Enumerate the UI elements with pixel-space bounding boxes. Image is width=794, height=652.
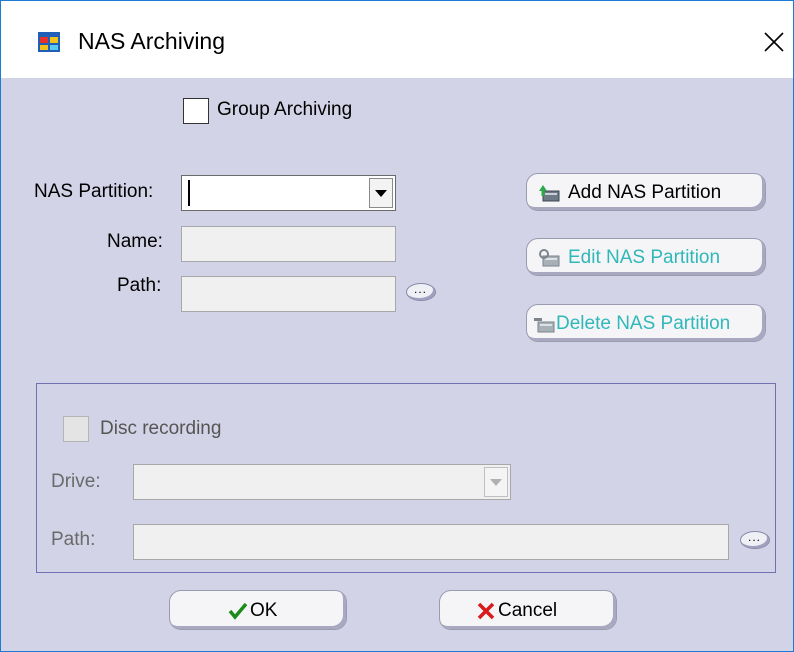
- add-partition-icon: [539, 185, 560, 202]
- nas-archiving-dialog: NAS Archiving Group Archiving NAS Partit…: [0, 0, 794, 652]
- edit-nas-partition-label: Edit NAS Partition: [568, 247, 721, 268]
- ok-button[interactable]: OK: [169, 590, 347, 630]
- disc-recording-checkbox[interactable]: [63, 416, 89, 442]
- disc-recording-group: Disc recording Drive: Path: ...: [36, 383, 776, 573]
- disc-recording-label: Disc recording: [100, 418, 222, 439]
- nas-partition-dropdown-button[interactable]: [369, 178, 393, 208]
- nas-partition-combobox[interactable]: [181, 175, 396, 211]
- name-label: Name:: [107, 231, 163, 252]
- path-field[interactable]: [181, 276, 396, 312]
- disc-path-browse-button[interactable]: ...: [740, 530, 770, 549]
- disc-path-label: Path:: [51, 529, 96, 550]
- nas-partition-label: NAS Partition:: [34, 181, 154, 202]
- edit-partition-icon: [539, 249, 560, 267]
- name-field[interactable]: [181, 226, 396, 262]
- x-mark-icon: [477, 602, 495, 620]
- text-caret: [188, 180, 190, 206]
- chevron-down-icon: [375, 190, 387, 197]
- app-window-icon: [38, 32, 60, 52]
- path-label: Path:: [117, 275, 162, 296]
- title-bar: NAS Archiving: [1, 1, 793, 78]
- group-archiving-label: Group Archiving: [217, 99, 353, 120]
- add-nas-partition-label: Add NAS Partition: [568, 182, 722, 203]
- drive-combobox[interactable]: [133, 464, 511, 500]
- delete-partition-icon: [534, 318, 555, 333]
- checkmark-icon: [228, 602, 248, 620]
- group-archiving-checkbox[interactable]: [183, 98, 209, 124]
- window-title: NAS Archiving: [78, 28, 226, 54]
- cancel-label: Cancel: [498, 600, 558, 621]
- disc-path-field[interactable]: [133, 524, 729, 560]
- dialog-body: Group Archiving NAS Partition: Name: Pat…: [1, 78, 793, 651]
- delete-nas-partition-button[interactable]: Delete NAS Partition: [526, 304, 766, 342]
- edit-nas-partition-button[interactable]: Edit NAS Partition: [526, 238, 766, 276]
- path-browse-button[interactable]: ...: [406, 282, 436, 301]
- delete-nas-partition-label: Delete NAS Partition: [556, 313, 731, 334]
- drive-dropdown-button[interactable]: [484, 467, 508, 497]
- ok-label: OK: [250, 600, 278, 621]
- add-nas-partition-button[interactable]: Add NAS Partition: [526, 173, 766, 211]
- close-icon[interactable]: [753, 19, 793, 59]
- drive-label: Drive:: [51, 471, 101, 492]
- chevron-down-icon: [490, 479, 502, 486]
- cancel-button[interactable]: Cancel: [439, 590, 617, 630]
